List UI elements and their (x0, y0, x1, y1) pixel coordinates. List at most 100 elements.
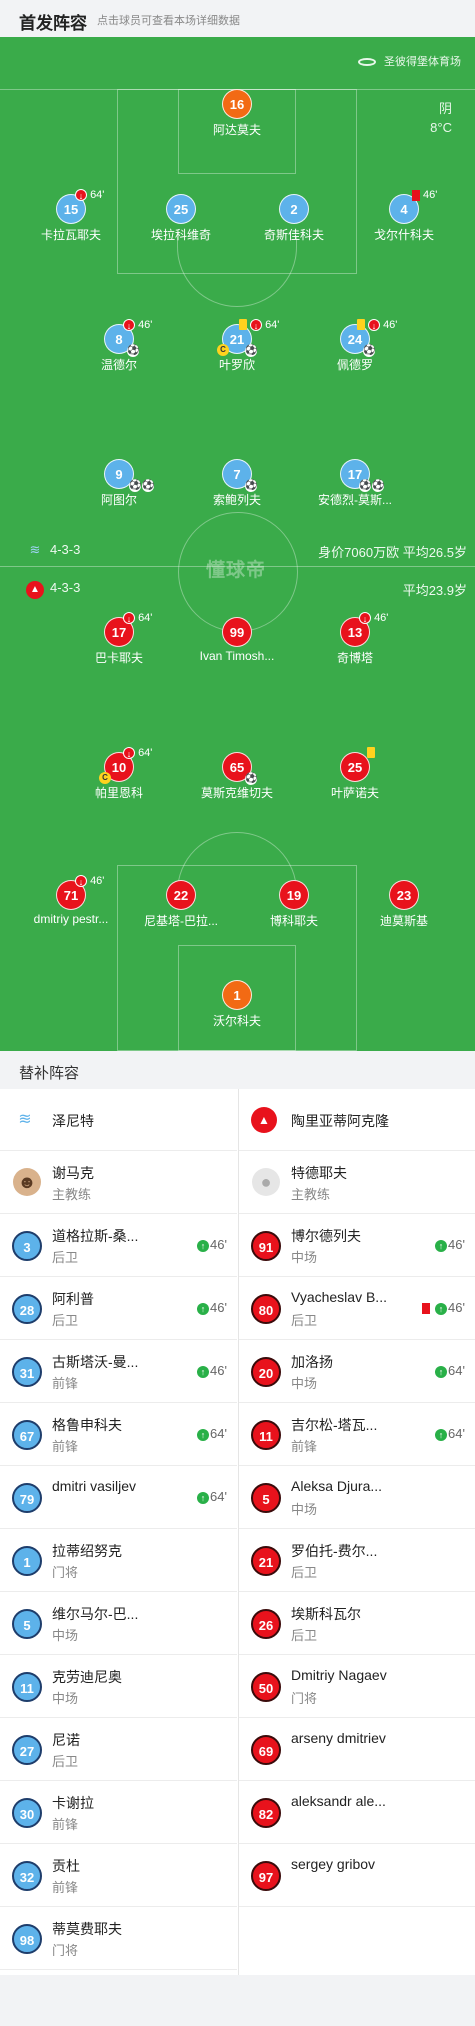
player-number: 3 (12, 1231, 42, 1261)
away-player-captain[interactable]: 10 ↓ 64' C 帕里恩科 (64, 747, 174, 801)
away-player[interactable]: 65 ⚽ 莫斯克维切夫 (182, 752, 292, 801)
sub-player-row[interactable]: 1 拉蒂绍努克 门将 (0, 1529, 237, 1592)
page-title: 首发阵容 (19, 14, 87, 33)
player-position: 中场 (291, 1250, 318, 1265)
sub-player-row[interactable]: 98 蒂莫费耶夫 门将 (0, 1907, 237, 1970)
player-name: 阿利普 (52, 1291, 94, 1307)
yellow-card-icon (367, 747, 375, 758)
away-coach-row[interactable]: ● 特德耶夫 主教练 (239, 1151, 475, 1214)
home-player[interactable]: 8 ↓ 46' ⚽ 温德尔 (64, 319, 174, 373)
sub-player-row[interactable]: 11 克劳迪尼奥 中场 (0, 1655, 237, 1718)
player-number: 11 (12, 1672, 42, 1702)
player-number: 1 (12, 1546, 42, 1576)
home-player[interactable]: 15 ↓ 64' 卡拉瓦耶夫 (16, 189, 126, 243)
sub-player-row[interactable]: 32 贡杜 前锋 (0, 1844, 237, 1907)
coach-role: 主教练 (52, 1187, 92, 1202)
player-name: 拉蒂绍努克 (52, 1543, 122, 1559)
away-formation: ▲ 4-3-3 (26, 580, 80, 599)
subs-title: 替补阵容 (19, 1065, 80, 1082)
player-name: dmitri vasiljev (52, 1478, 137, 1494)
sub-in-icon: ↑ (435, 1302, 448, 1315)
player-number: 50 (251, 1672, 281, 1702)
away-player[interactable]: 71 ↓ 46' dmitriy pestr... (16, 875, 126, 926)
sub-player-row[interactable]: 28 阿利普 后卫 ↑ 46' (0, 1277, 237, 1340)
subs-panel: ≋ 泽尼特 ☻ 谢马克 主教练 3 道格拉斯-桑... 后卫 ↑ 46' 28 阿利普后卫 ↑ 46'… (0, 1089, 475, 1975)
player-number: 5 (251, 1483, 281, 1513)
sub-time: ↑ 46' (435, 1237, 465, 1252)
home-player[interactable]: 9 ⚽ ⚽ 阿图尔 (64, 459, 174, 508)
sub-player-row[interactable]: 30 卡谢拉 前锋 (0, 1781, 237, 1844)
player-number: 98 (12, 1924, 42, 1954)
sub-time: ↑ 64' (435, 1363, 465, 1378)
player-position: 中场 (291, 1376, 318, 1391)
sub-player-row[interactable]: 79 dmitri vasiljev ↑ 64' (0, 1466, 237, 1529)
player-number: 69 (251, 1735, 281, 1765)
lineup-header: 首发阵容 点击球员可查看本场详细数据 (0, 0, 475, 37)
away-player[interactable]: 99 Ivan Timosh... (182, 617, 292, 663)
sub-player-row[interactable]: 26 埃斯科瓦尔 后卫 (239, 1592, 475, 1655)
sub-player-row[interactable]: 20 加洛扬 中场 ↑ 64' (239, 1340, 475, 1403)
sub-player-row[interactable]: 50 Dmitriy Nagaev 门将 (239, 1655, 475, 1718)
player-position: 后卫 (291, 1628, 318, 1643)
player-position: 中场 (52, 1691, 79, 1706)
home-coach-row[interactable]: ☻ 谢马克 主教练 (0, 1151, 237, 1214)
away-player-gk[interactable]: 1 沃尔科夫 (182, 980, 292, 1029)
home-player[interactable]: 4 46' 戈尔什科夫 (349, 189, 459, 243)
away-market-value: 平均23.9岁 (402, 583, 467, 598)
yellow-card-icon (239, 319, 247, 330)
player-position: 前锋 (52, 1439, 79, 1454)
sub-time: ↑ 64' (197, 1489, 227, 1504)
away-team-row[interactable]: ▲ 陶里亚蒂阿克隆 (239, 1089, 475, 1151)
player-position: 前锋 (52, 1376, 79, 1391)
player-number: 27 (12, 1735, 42, 1765)
ball-icon: ⚽ (245, 773, 258, 785)
home-player[interactable]: 7 ⚽ 索鲍列夫 (182, 459, 292, 508)
sub-player-row[interactable]: 69 arseny dmitriev (239, 1718, 475, 1781)
pitch: 圣彼得堡体育场 阴 8°C 16 阿达莫夫 15 ↓ 64' 卡拉瓦耶夫 25 埃拉科维奇… (0, 37, 475, 1051)
player-position: 中场 (52, 1628, 79, 1643)
home-player-captain[interactable]: 21 ↓ 64' C ⚽ 叶罗欣 (182, 319, 292, 373)
sub-player-row[interactable]: 11 吉尔松-塔瓦... 前锋 ↑ 64' (239, 1403, 475, 1466)
sub-player-row[interactable]: 97 sergey gribov (239, 1844, 475, 1907)
away-player[interactable]: 22 尼基塔-巴拉... (126, 880, 236, 929)
away-player[interactable]: 19 博科耶夫 (239, 880, 349, 929)
weather-temp: 8°C (430, 120, 452, 135)
weather-condition: 阴 (438, 101, 452, 116)
subs-section-header: 替补阵容 (0, 1051, 475, 1089)
sub-player-row[interactable]: 91 博尔德列夫 中场 ↑ 46' (239, 1214, 475, 1277)
sub-player-row[interactable]: 80 Vyacheslav B... 后卫 ↑ 46' (239, 1277, 475, 1340)
player-name: 古斯塔沃-曼... (52, 1354, 139, 1370)
home-player[interactable]: 24 ↓ 46' ⚽ 佩德罗 (300, 319, 410, 373)
away-player[interactable]: 13 ↓ 46' 奇博塔 (300, 612, 410, 666)
sub-player-row[interactable]: 27 尼诺 后卫 (0, 1718, 237, 1781)
sub-player-row[interactable]: 5 维尔马尔-巴... 中场 (0, 1592, 237, 1655)
away-player[interactable]: 17 ↓ 64' 巴卡耶夫 (64, 612, 174, 666)
player-number: 80 (251, 1294, 281, 1324)
home-player[interactable]: 2 奇斯佳科夫 (239, 194, 349, 243)
home-formation: ≋ 4-3-3 (26, 542, 81, 558)
home-player[interactable]: 25 埃拉科维奇 (126, 194, 236, 243)
sub-in-icon: ↑ (197, 1302, 210, 1315)
player-number: 91 (251, 1231, 281, 1261)
player-number: 28 (12, 1294, 42, 1324)
player-position: 后卫 (291, 1313, 318, 1328)
player-name: 格鲁申科夫 (52, 1417, 122, 1433)
sub-player-row[interactable]: 67 格鲁申科夫 前锋 ↑ 64' (0, 1403, 237, 1466)
ball-icon: ⚽ (127, 345, 140, 357)
coach-role: 主教练 (291, 1187, 331, 1202)
sub-off-icon: ↓ (123, 747, 135, 760)
player-name: 贡杜 (52, 1858, 80, 1874)
sub-player-row[interactable]: 5 Aleksa Djura... 中场 (239, 1466, 475, 1529)
home-team-row[interactable]: ≋ 泽尼特 (0, 1089, 237, 1151)
sub-player-row[interactable]: 82 aleksandr ale... (239, 1781, 475, 1844)
sub-player-row[interactable]: 21 罗伯托-费尔... 后卫 (239, 1529, 475, 1592)
venue-name: 圣彼得堡体育场 (384, 56, 461, 68)
home-player-gk[interactable]: 16 阿达莫夫 (182, 89, 292, 138)
sub-player-row[interactable]: 3 道格拉斯-桑... 后卫 ↑ 46' (0, 1214, 237, 1277)
sub-player-row[interactable]: 31 古斯塔沃-曼... 前锋 ↑ 46' (0, 1340, 237, 1403)
home-market-value: 身价7060万欧 平均26.5岁 (318, 545, 467, 560)
away-player[interactable]: 25 叶萨诺夫 (300, 747, 410, 801)
player-number: 31 (12, 1357, 42, 1387)
home-player[interactable]: 17 ⚽ ⚽ 安德烈-莫斯... (300, 459, 410, 508)
away-player[interactable]: 23 迪莫斯基 (349, 880, 459, 929)
